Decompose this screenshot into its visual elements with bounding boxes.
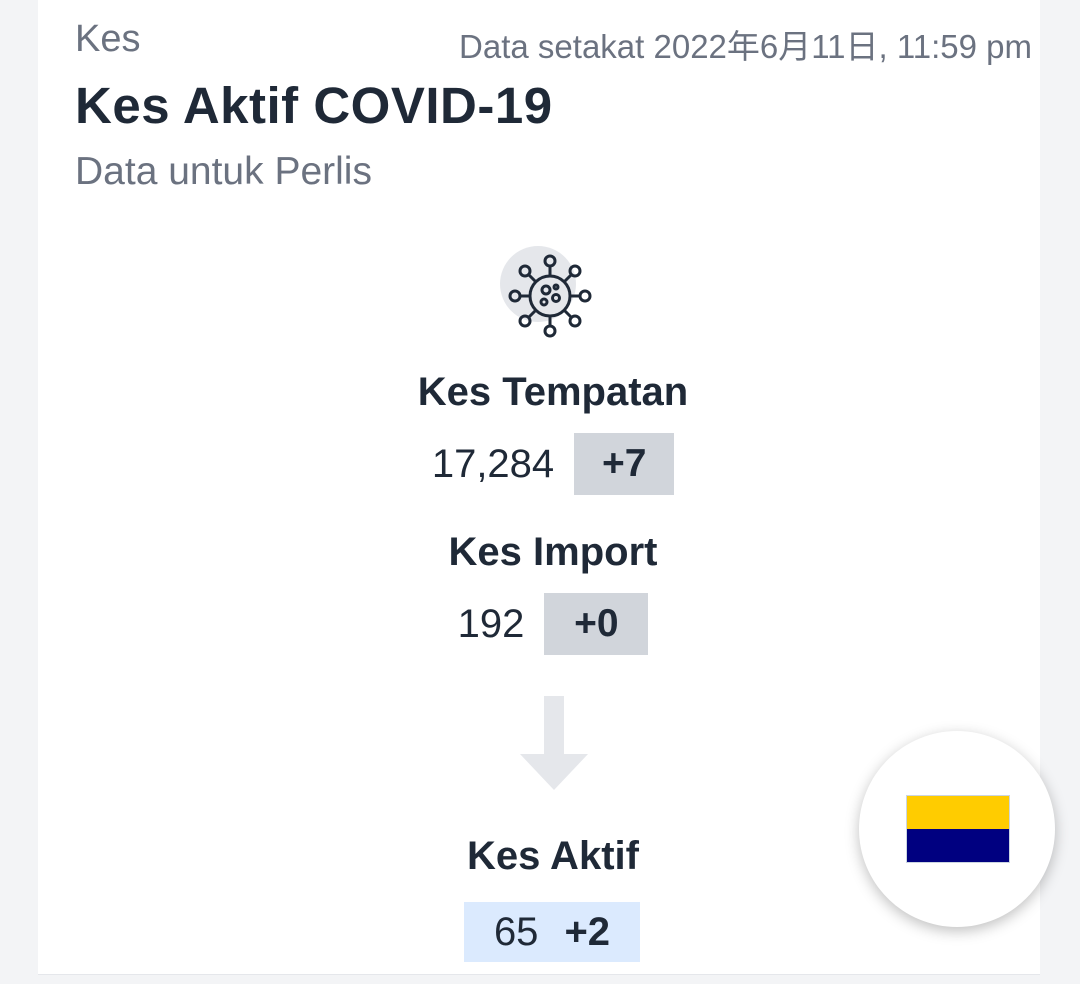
active-cases-value: 65 xyxy=(493,909,539,954)
data-updated-timestamp: Data setakat 2022年6月11日, 11:59 pm xyxy=(459,28,1032,65)
active-cases-delta: +2 xyxy=(564,909,611,954)
section-eyebrow: Kes xyxy=(75,18,141,60)
page-title: Kes Aktif COVID-19 xyxy=(75,77,553,134)
import-cases-value: 192 xyxy=(457,601,525,646)
state-selector-button[interactable] xyxy=(859,731,1055,927)
local-cases-label: Kes Tempatan xyxy=(417,370,689,414)
local-cases-delta-badge: +7 xyxy=(574,433,675,495)
page-subtitle: Data untuk Perlis xyxy=(75,150,372,193)
arrow-down-icon xyxy=(520,696,588,790)
state-flag-icon xyxy=(906,795,1010,863)
local-cases-section: Kes Tempatan 17,284 +7 xyxy=(38,370,1068,495)
local-cases-value: 17,284 xyxy=(431,441,555,486)
active-cases-badge: 65 +2 xyxy=(464,902,640,962)
import-cases-delta-badge: +0 xyxy=(544,593,649,655)
import-cases-section: Kes Import 192 +0 xyxy=(38,530,1068,655)
virus-icon xyxy=(500,246,592,338)
import-cases-label: Kes Import xyxy=(448,530,658,574)
